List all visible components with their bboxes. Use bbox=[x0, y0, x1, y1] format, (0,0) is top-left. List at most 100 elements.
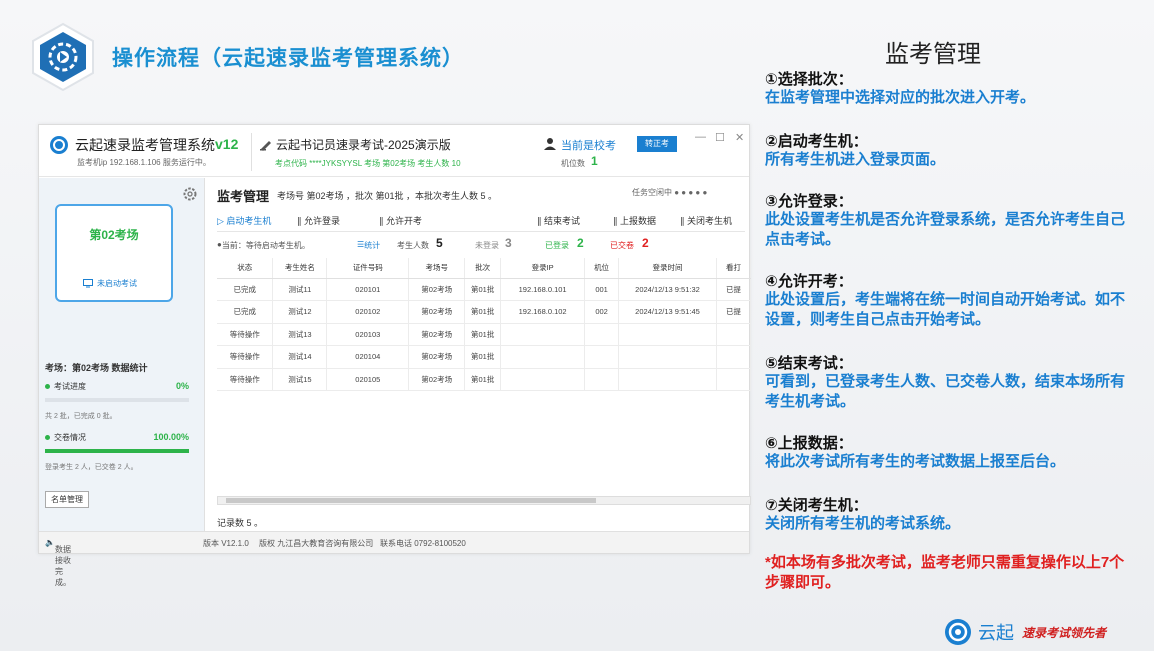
table-cell: 020101 bbox=[326, 278, 410, 301]
table-row[interactable]: 等待操作 测试13 020103 第02考场 第01批 bbox=[217, 323, 752, 346]
roster-management-button[interactable]: 名单管理 bbox=[45, 491, 89, 508]
exam-room-card[interactable]: 第02考场 未启动考试 bbox=[55, 204, 173, 302]
stats-link-label: 统计 bbox=[364, 241, 381, 250]
status-dot bbox=[45, 435, 50, 440]
table-cell: 192.168.0.102 bbox=[500, 300, 586, 324]
record-count: 记录数 5 。 bbox=[217, 518, 264, 528]
table-cell: 第02考场 bbox=[408, 323, 466, 346]
app-window: 云起速录监考管理系统 v12 监考机ip 192.168.1.106 服务运行中… bbox=[38, 124, 752, 587]
brand-logo-icon bbox=[945, 619, 971, 645]
app-logo-icon bbox=[50, 136, 68, 154]
table-row[interactable]: 等待操作 测试14 020104 第02考场 第01批 bbox=[217, 345, 752, 369]
scrollbar-thumb[interactable] bbox=[226, 498, 596, 503]
step-heading: ⑥上报数据： bbox=[765, 435, 853, 452]
table-cell: 020103 bbox=[326, 323, 410, 346]
close-button[interactable]: ✕ bbox=[735, 131, 744, 144]
submit-stat: 交卷情况 100.00% bbox=[45, 432, 189, 443]
logged-count: 2 bbox=[577, 236, 584, 250]
allow-start-button[interactable]: ∥ 允许开考 bbox=[379, 214, 422, 227]
table-row[interactable]: 已完成 测试11 020101 第02考场 第01批 192.168.0.101 001 20… bbox=[217, 278, 752, 301]
slide-header: 操作流程（云起速录监考管理系统） bbox=[30, 22, 464, 92]
start-machines-label: 启动考生机 bbox=[226, 216, 272, 226]
switch-to-formal-button[interactable]: 转正考 bbox=[637, 136, 677, 152]
table-row[interactable]: 等待操作 测试15 020105 第02考场 第01批 bbox=[217, 368, 752, 391]
column-header[interactable]: 登录时间 bbox=[618, 258, 717, 279]
minimize-button[interactable]: — bbox=[695, 131, 706, 143]
step-heading: ④允许开考： bbox=[765, 273, 853, 290]
column-header[interactable]: 机位 bbox=[584, 258, 620, 279]
app-body: 第02考场 未启动考试 考场：第02考场 数据统计 考试进度 0% 共 2 批，… bbox=[39, 178, 752, 531]
step-heading: ⑤结束考试： bbox=[765, 355, 853, 372]
table-cell bbox=[618, 368, 717, 391]
table-cell: 已完成 bbox=[217, 278, 274, 301]
step-description: 可看到，已登录考生人数、已交卷人数，结束本场所有考生机考试。 bbox=[765, 373, 1126, 410]
table-cell: 第02考场 bbox=[408, 368, 466, 391]
stats-title: 考场：第02考场 数据统计 bbox=[45, 363, 148, 373]
step-description: 此处设置后，考生端将在统一时间自动开始考试。如不设置，则考生自己点击开始考试。 bbox=[765, 291, 1126, 328]
step-description: 此处设置考生机是否允许登录系统，是否允许考生自己点击考试。 bbox=[765, 211, 1126, 248]
upload-data-button[interactable]: ∥ 上报数据 bbox=[613, 214, 656, 227]
column-header[interactable]: 批次 bbox=[464, 258, 502, 279]
table-cell: 测试14 bbox=[272, 345, 328, 369]
toolbar: ▷ 启动考生机 ∥ 允许登录 ∥ 允许开考 ∥ 结束考试 ∥ 上报数据 ∥ 关闭… bbox=[217, 214, 745, 232]
table-cell bbox=[618, 345, 717, 369]
table-cell: 测试13 bbox=[272, 323, 328, 346]
table-cell: 第02考场 bbox=[408, 300, 466, 324]
table-cell bbox=[716, 345, 752, 369]
upload-data-label: 上报数据 bbox=[620, 216, 657, 226]
batch-info: 考场号 第02考场 ，批次 第01批 ，本批次考生人数 5 。 bbox=[277, 191, 498, 201]
room-name: 第02考场 bbox=[89, 228, 139, 242]
shutdown-machines-button[interactable]: ∥ 关闭考生机 bbox=[680, 214, 732, 227]
column-header[interactable]: 状态 bbox=[217, 258, 274, 279]
column-header[interactable]: 考场号 bbox=[408, 258, 466, 279]
step-heading: ③允许登录： bbox=[765, 193, 853, 210]
maximize-button[interactable]: ☐ bbox=[715, 131, 725, 144]
column-header[interactable]: 证件号码 bbox=[326, 258, 410, 279]
horizontal-scrollbar[interactable] bbox=[217, 496, 751, 505]
table-cell: 等待操作 bbox=[217, 323, 274, 346]
allow-login-button[interactable]: ∥ 允许登录 bbox=[297, 214, 340, 227]
table-cell bbox=[500, 345, 586, 369]
brand-name: 云起 bbox=[978, 623, 1014, 643]
status-bar: 🔈 数据接收完成。 版本 V12.1.0 版权 九江昌大教育咨询有限公司 联系电… bbox=[39, 531, 749, 587]
seat-count-label: 机位数 bbox=[561, 159, 585, 168]
logged-label: 已登录 bbox=[545, 241, 569, 250]
exam-name: 云起书记员速录考试-2025演示版 bbox=[276, 138, 451, 152]
slide-title: 操作流程（云起速录监考管理系统） bbox=[112, 47, 464, 70]
total-count: 5 bbox=[436, 236, 443, 250]
table-cell: 已提 bbox=[716, 278, 752, 301]
copyright-info: 版权 九江昌大教育咨询有限公司 bbox=[259, 539, 374, 548]
invigilator-icon bbox=[544, 138, 556, 150]
start-machines-button[interactable]: ▷ 启动考生机 bbox=[217, 214, 271, 227]
seat-count: 1 bbox=[591, 154, 598, 168]
process-hex-icon bbox=[30, 22, 96, 92]
table-cell: 第01批 bbox=[464, 345, 502, 369]
column-header[interactable]: 考生姓名 bbox=[272, 258, 328, 279]
table-cell: 020104 bbox=[326, 345, 410, 369]
table-cell: 192.168.0.101 bbox=[500, 278, 586, 301]
column-header[interactable]: 登录IP bbox=[500, 258, 586, 279]
gear-icon[interactable] bbox=[182, 186, 198, 202]
server-ip-status: 监考机ip 192.168.1.106 服务运行中。 bbox=[77, 158, 211, 167]
end-exam-button[interactable]: ∥ 结束考试 bbox=[537, 214, 580, 227]
table-cell: 测试11 bbox=[272, 278, 328, 301]
table-cell: 第01批 bbox=[464, 300, 502, 324]
stats-link[interactable]: ☰ 统计 bbox=[357, 240, 380, 250]
submit-bar bbox=[45, 449, 189, 453]
submitted-label: 已交卷 bbox=[610, 241, 634, 250]
table-cell bbox=[584, 368, 620, 391]
column-header[interactable]: 看打 bbox=[716, 258, 752, 279]
table-cell: 2024/12/13 9:51:45 bbox=[618, 300, 717, 324]
submit-label: 交卷情况 bbox=[54, 433, 86, 442]
table-row[interactable]: 已完成 测试12 020102 第02考场 第01批 192.168.0.102 002 20… bbox=[217, 300, 752, 324]
main-panel: 监考管理 考场号 第02考场 ，批次 第01批 ，本批次考生人数 5 。 任务空… bbox=[205, 178, 752, 531]
main-title: 监考管理 bbox=[217, 189, 270, 204]
not-logged-label: 未登录 bbox=[475, 241, 499, 250]
shutdown-machines-label: 关闭考生机 bbox=[687, 216, 733, 226]
progress-stat: 考试进度 0% bbox=[45, 381, 189, 392]
left-panel: 第02考场 未启动考试 考场：第02考场 数据统计 考试进度 0% 共 2 批，… bbox=[39, 178, 205, 531]
allow-start-label: 允许开考 bbox=[386, 216, 423, 226]
table-cell: 等待操作 bbox=[217, 345, 274, 369]
total-label: 考生人数 bbox=[397, 241, 429, 250]
table-cell: 已完成 bbox=[217, 300, 274, 324]
